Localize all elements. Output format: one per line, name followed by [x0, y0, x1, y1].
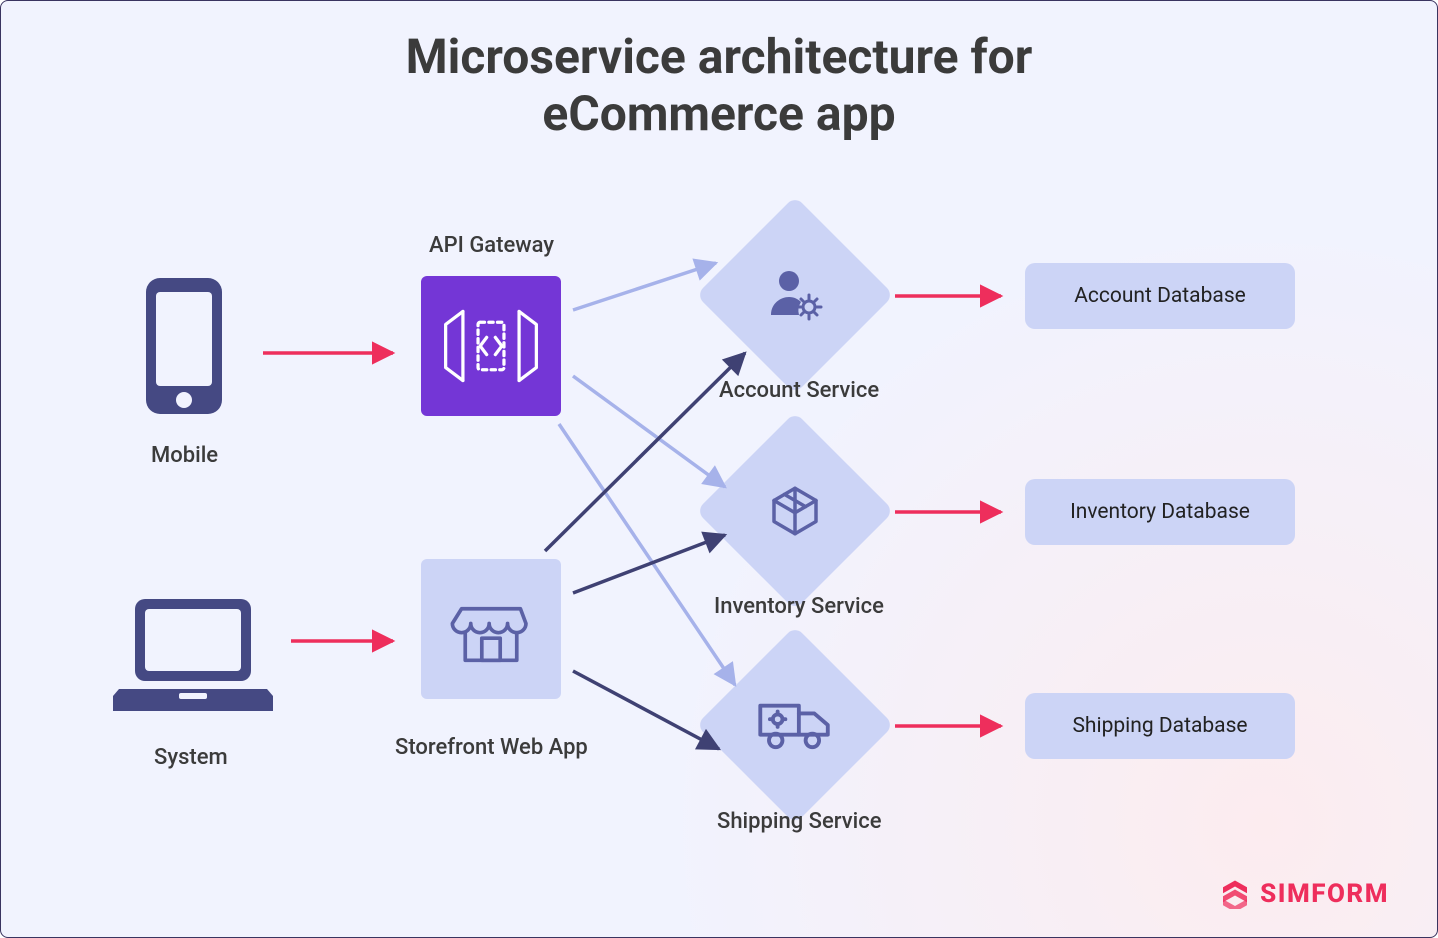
- inventory-database-label: Inventory Database: [1070, 500, 1250, 524]
- api-gateway-label: API Gateway: [429, 233, 554, 258]
- arrow-gateway-to-account: [573, 263, 716, 310]
- brand-text: SIMFORM: [1260, 879, 1389, 909]
- arrow-gateway-to-shipping: [559, 424, 735, 685]
- diagram-canvas: Microservice architecture for eCommerce …: [0, 0, 1438, 938]
- inventory-icon: [767, 483, 823, 539]
- simform-logo-icon: [1220, 879, 1250, 909]
- mobile-icon: [144, 276, 224, 416]
- account-service-node: [725, 225, 865, 365]
- storefront-icon: [445, 583, 537, 675]
- system-label: System: [154, 745, 228, 770]
- system-client-node: [113, 595, 273, 715]
- brand-logo: SIMFORM: [1220, 879, 1389, 909]
- storefront-node: [421, 559, 561, 699]
- inventory-database-node: Inventory Database: [1025, 479, 1295, 545]
- shipping-database-label: Shipping Database: [1072, 714, 1247, 738]
- mobile-label: Mobile: [151, 443, 218, 468]
- diagram-title: Microservice architecture for eCommerce …: [1, 29, 1437, 142]
- truck-icon: [756, 698, 834, 752]
- api-gateway-node: [421, 276, 561, 416]
- storefront-label: Storefront Web App: [395, 735, 588, 760]
- account-database-node: Account Database: [1025, 263, 1295, 329]
- inventory-service-label: Inventory Service: [714, 594, 884, 619]
- api-gateway-icon: [437, 292, 545, 400]
- mobile-client-node: [144, 276, 224, 416]
- user-gear-icon: [763, 263, 827, 327]
- shipping-service-label: Shipping Service: [717, 809, 882, 834]
- shipping-database-node: Shipping Database: [1025, 693, 1295, 759]
- shipping-service-node: [725, 655, 865, 795]
- arrow-storefront-to-shipping: [573, 671, 719, 749]
- arrow-storefront-to-inventory: [573, 535, 725, 593]
- inventory-service-node: [725, 441, 865, 581]
- arrow-gateway-to-inventory: [573, 376, 725, 487]
- laptop-icon: [113, 595, 273, 715]
- account-service-label: Account Service: [719, 378, 879, 403]
- account-database-label: Account Database: [1074, 284, 1246, 308]
